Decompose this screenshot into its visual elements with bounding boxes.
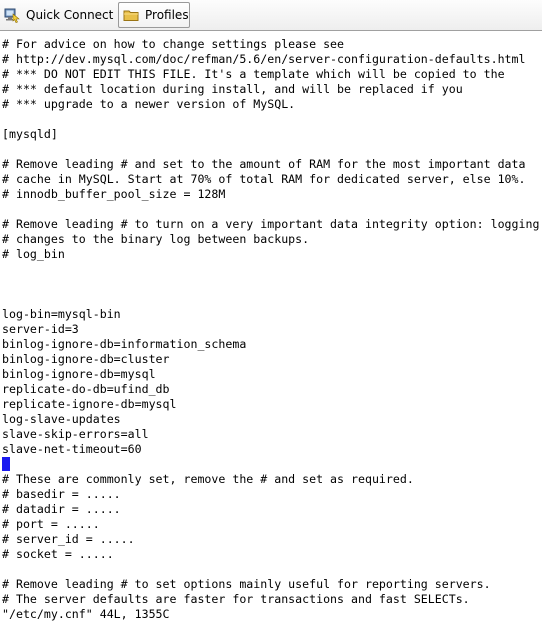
terminal-line: binlog-ignore-db=information_schema [2, 337, 247, 351]
profiles-label: Profiles [145, 8, 189, 22]
terminal-line: log-bin=mysql-bin [2, 307, 121, 321]
terminal-line: # changes to the binary log between back… [2, 232, 310, 246]
terminal-line: # The server defaults are faster for tra… [2, 592, 470, 606]
terminal-line: # datadir = ..... [2, 502, 121, 516]
terminal-line: # For advice on how to change settings p… [2, 37, 345, 51]
terminal-line: # port = ..... [2, 517, 100, 531]
toolbar: Quick Connect Profiles [0, 0, 542, 31]
quick-connect-button[interactable]: Quick Connect [0, 2, 121, 28]
terminal-line: # These are commonly set, remove the # a… [2, 472, 414, 486]
terminal-line: # *** DO NOT EDIT THIS FILE. It's a temp… [2, 67, 505, 81]
terminal-line: log-slave-updates [2, 412, 121, 426]
ssh-client-window: Quick Connect Profiles # For advice on h… [0, 0, 542, 627]
terminal-line: # Remove leading # to set options mainly… [2, 577, 491, 591]
text-cursor [2, 457, 10, 471]
terminal-line: # socket = ..... [2, 547, 114, 561]
terminal-line: slave-net-timeout=60 [2, 442, 142, 456]
terminal-line: server-id=3 [2, 322, 79, 336]
terminal-line: # *** upgrade to a newer version of MySQ… [2, 97, 296, 111]
terminal-line: binlog-ignore-db=cluster [2, 352, 170, 366]
quick-connect-icon [4, 7, 20, 23]
quick-connect-label: Quick Connect [26, 8, 114, 22]
terminal-line [2, 457, 542, 472]
terminal-line: [mysqld] [2, 127, 58, 141]
terminal-line: slave-skip-errors=all [2, 427, 149, 441]
profiles-button[interactable]: Profiles [118, 2, 190, 28]
terminal-line: # http://dev.mysql.com/doc/refman/5.6/en… [2, 52, 526, 66]
terminal-line: # basedir = ..... [2, 487, 121, 501]
terminal-text-area[interactable]: # For advice on how to change settings p… [0, 37, 542, 627]
terminal-line: "/etc/my.cnf" 44L, 1355C [2, 607, 170, 621]
terminal-line: # server_id = ..... [2, 532, 135, 546]
terminal-line: # cache in MySQL. Start at 70% of total … [2, 172, 526, 186]
terminal-line: # innodb_buffer_pool_size = 128M [2, 187, 226, 201]
terminal-line: # log_bin [2, 247, 65, 261]
terminal-line: # Remove leading # to turn on a very imp… [2, 217, 540, 231]
terminal-line: # Remove leading # and set to the amount… [2, 157, 526, 171]
terminal-line: replicate-ignore-db=mysql [2, 397, 177, 411]
terminal-line: replicate-do-db=ufind_db [2, 382, 170, 396]
terminal-line: # *** default location during install, a… [2, 82, 463, 96]
folder-icon [123, 7, 139, 23]
terminal-line: binlog-ignore-db=mysql [2, 367, 156, 381]
